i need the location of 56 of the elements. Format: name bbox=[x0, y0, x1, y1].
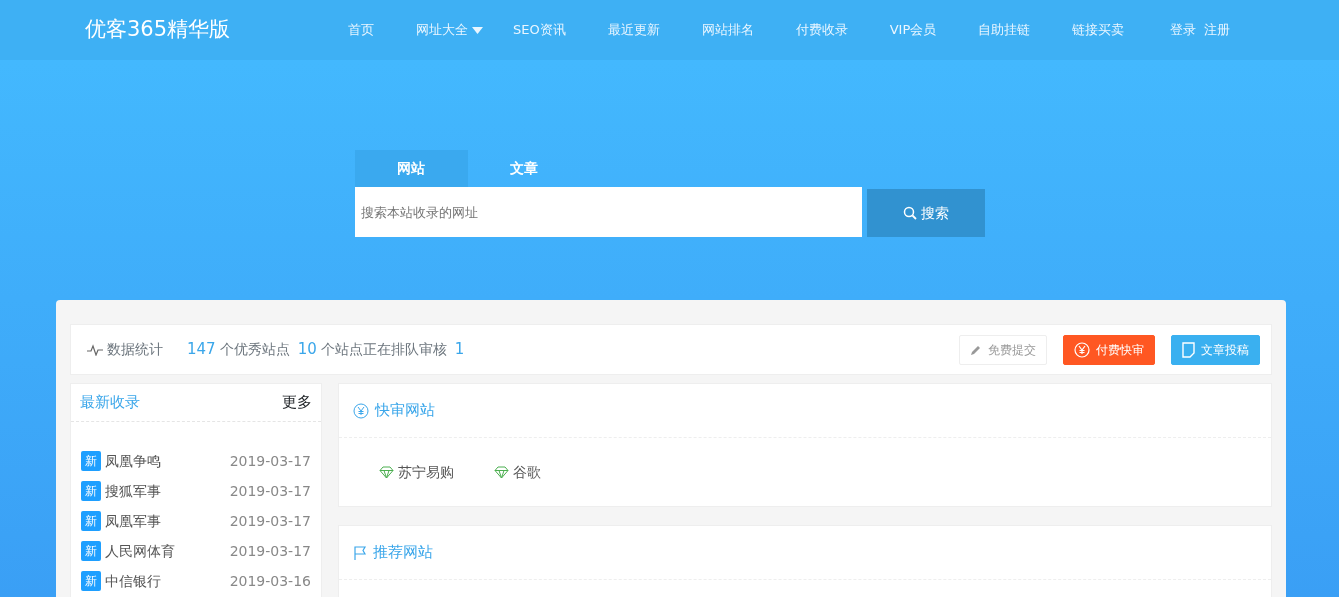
search-icon bbox=[902, 206, 917, 220]
date-text: 2019-03-16 bbox=[229, 571, 311, 591]
stat-number: 147 bbox=[187, 339, 216, 361]
site-link[interactable]: 搜狐军事 bbox=[105, 480, 161, 502]
nav-link[interactable]: 自助挂链 bbox=[978, 20, 1031, 40]
stat-number: 1 bbox=[454, 339, 465, 361]
paid-review-button[interactable]: 付费快审 bbox=[1063, 334, 1155, 365]
caret-icon bbox=[472, 26, 483, 34]
section-title: 快审网站 bbox=[375, 400, 435, 422]
nav-link[interactable]: 首页 bbox=[348, 20, 374, 40]
nav-link[interactable]: 网址大全 bbox=[416, 20, 483, 40]
stats-title: 数据统计 bbox=[107, 340, 163, 359]
new-badge: 新 bbox=[81, 571, 101, 591]
more-link[interactable]: 更多 bbox=[282, 391, 312, 414]
nav-link[interactable]: VIP会员 bbox=[889, 20, 937, 40]
site-link[interactable]: 凤凰争鸣 bbox=[105, 450, 161, 472]
site-link[interactable]: 人民网体育 bbox=[105, 540, 175, 562]
pencil-icon bbox=[970, 343, 982, 356]
search-button[interactable]: 搜索 bbox=[866, 189, 985, 237]
stat-number: 10 bbox=[297, 339, 317, 361]
nav-link[interactable]: 最近更新 bbox=[607, 20, 660, 40]
new-badge: 新 bbox=[81, 511, 101, 531]
new-badge: 新 bbox=[81, 451, 101, 471]
nav-link[interactable]: 网站排名 bbox=[701, 20, 754, 40]
site-link[interactable]: 凤凰军事 bbox=[105, 510, 161, 532]
pulse-icon bbox=[87, 343, 103, 356]
submit-button[interactable]: 免费提交 bbox=[959, 334, 1047, 365]
account-link[interactable]: 登录 bbox=[1170, 20, 1196, 40]
document-icon bbox=[1182, 341, 1195, 358]
search-field[interactable]: 搜索本站收录的网址 bbox=[354, 187, 862, 237]
article-submit-button[interactable]: 文章投稿 bbox=[1171, 334, 1260, 365]
new-badge: 新 bbox=[81, 481, 101, 501]
stat-label: 个优秀站点 bbox=[219, 340, 290, 359]
flag-icon bbox=[353, 544, 367, 561]
date-text: 2019-03-17 bbox=[229, 511, 311, 531]
section-title: 推荐网站 bbox=[373, 542, 433, 564]
nav-link[interactable]: 付费收录 bbox=[795, 20, 848, 40]
date-text: 2019-03-17 bbox=[229, 541, 311, 561]
site-link[interactable]: 苏宁易购 bbox=[379, 461, 454, 483]
date-text: 2019-03-17 bbox=[229, 481, 311, 501]
account-link[interactable]: 注册 bbox=[1204, 20, 1230, 40]
section-title: 最新收录 bbox=[80, 392, 140, 414]
nav-link[interactable]: SEO资讯 bbox=[513, 20, 566, 40]
nav-link[interactable]: 链接买卖 bbox=[1072, 20, 1125, 40]
site-link[interactable]: 谷歌 bbox=[494, 461, 541, 483]
diamond-icon bbox=[494, 465, 509, 479]
date-text: 2019-03-17 bbox=[229, 451, 311, 471]
yen-icon bbox=[1074, 341, 1090, 358]
stat-label: 个站点正在排队审核 bbox=[320, 340, 447, 359]
site-link[interactable]: 中信银行 bbox=[105, 570, 161, 592]
diamond-icon bbox=[379, 465, 394, 479]
new-badge: 新 bbox=[81, 541, 101, 561]
search-tab[interactable]: 网站 bbox=[354, 150, 468, 187]
yen-icon bbox=[353, 402, 369, 419]
site-logo[interactable]: 优客365精华版 bbox=[85, 14, 300, 46]
search-tab[interactable]: 文章 bbox=[467, 150, 581, 187]
